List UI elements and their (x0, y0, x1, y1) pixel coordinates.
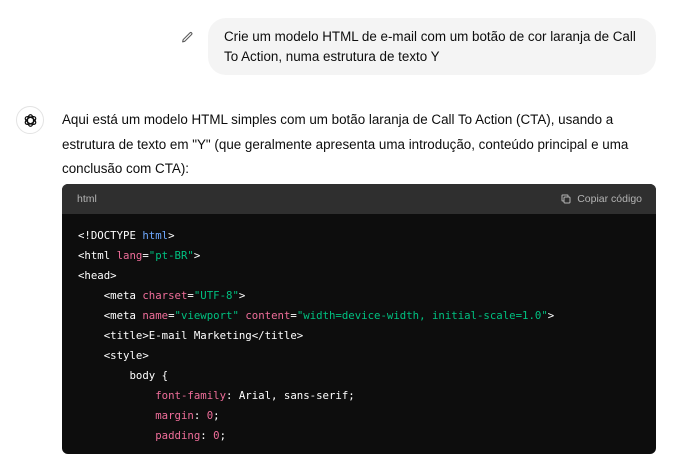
code-token: : (193, 409, 207, 422)
code-token: name (142, 309, 169, 322)
code-token: > (193, 249, 201, 262)
code-token: lang (116, 249, 143, 262)
code-token: ; (213, 409, 220, 422)
code-token: padding (155, 429, 201, 442)
code-token: <!DOCTYPE (78, 229, 143, 242)
code-token: ; (219, 429, 227, 442)
code-token: <meta (103, 289, 143, 302)
code-token: > (547, 309, 555, 322)
code-line: <html lang="pt-BR"> (78, 246, 656, 266)
code-body: <!DOCTYPE html> <html lang="pt-BR"> <head>… (62, 214, 656, 446)
assistant-text-line: Aqui está um modelo HTML simples com um … (62, 112, 614, 127)
openai-logo-icon (24, 113, 36, 127)
code-token: "viewport" (174, 309, 239, 322)
user-message-line: To Action, numa estrutura de texto Y (224, 49, 440, 64)
code-line: <head> (78, 266, 656, 286)
code-line: <meta charset="UTF-8"> (78, 286, 656, 306)
assistant-avatar (16, 106, 44, 134)
code-token: body { (129, 369, 169, 382)
code-token: "UTF-8" (193, 289, 239, 302)
code-token: margin (155, 409, 194, 422)
code-line: body { (78, 366, 656, 386)
edit-message-button[interactable] (176, 26, 198, 48)
assistant-message: Aqui está um modelo HTML simples com um … (62, 108, 662, 182)
code-line: padding: 0; (78, 426, 656, 446)
code-line: <title>E-mail Marketing</title> (78, 326, 656, 346)
pencil-icon (181, 31, 192, 42)
code-token: "width=device-width, initial-scale=1.0" (296, 309, 548, 322)
code-token: "pt-BR" (148, 249, 194, 262)
code-token: <style> (103, 349, 149, 362)
code-token: > (168, 229, 175, 242)
code-token: : (200, 429, 214, 442)
code-language-label: html (77, 193, 97, 205)
copy-icon (561, 194, 571, 204)
code-token: content (238, 309, 291, 322)
code-block-header: html Copiar código (62, 184, 656, 214)
code-block: html Copiar código <!DOCTYPE html> <html … (62, 184, 656, 454)
code-line: <style> (78, 346, 656, 366)
code-token: <html (78, 249, 117, 262)
code-token: > (238, 289, 246, 302)
user-message-line: Crie um modelo HTML de e-mail com um bot… (224, 29, 636, 44)
code-token: html (142, 229, 169, 242)
user-message-bubble: Crie um modelo HTML de e-mail com um bot… (208, 18, 656, 75)
copy-code-button[interactable]: Copiar código (560, 193, 642, 205)
code-line: margin: 0; (78, 406, 656, 426)
code-line: <meta name="viewport" content="width=dev… (78, 306, 656, 326)
code-token: : Arial, sans-serif; (226, 389, 355, 402)
code-token: charset (142, 289, 188, 302)
code-line: <!DOCTYPE html> (78, 226, 656, 246)
code-token: <meta (103, 309, 143, 322)
code-line: font-family: Arial, sans-serif; (78, 386, 656, 406)
assistant-text-line: conclusão com CTA): (62, 161, 190, 176)
code-token: font-family (155, 389, 226, 402)
copy-code-label: Copiar código (577, 193, 642, 205)
code-token: <title>E-mail Marketing</title> (103, 329, 304, 342)
assistant-text-line: estrutura de texto em "Y" (que geralment… (62, 136, 629, 152)
code-token: <head> (78, 269, 117, 282)
